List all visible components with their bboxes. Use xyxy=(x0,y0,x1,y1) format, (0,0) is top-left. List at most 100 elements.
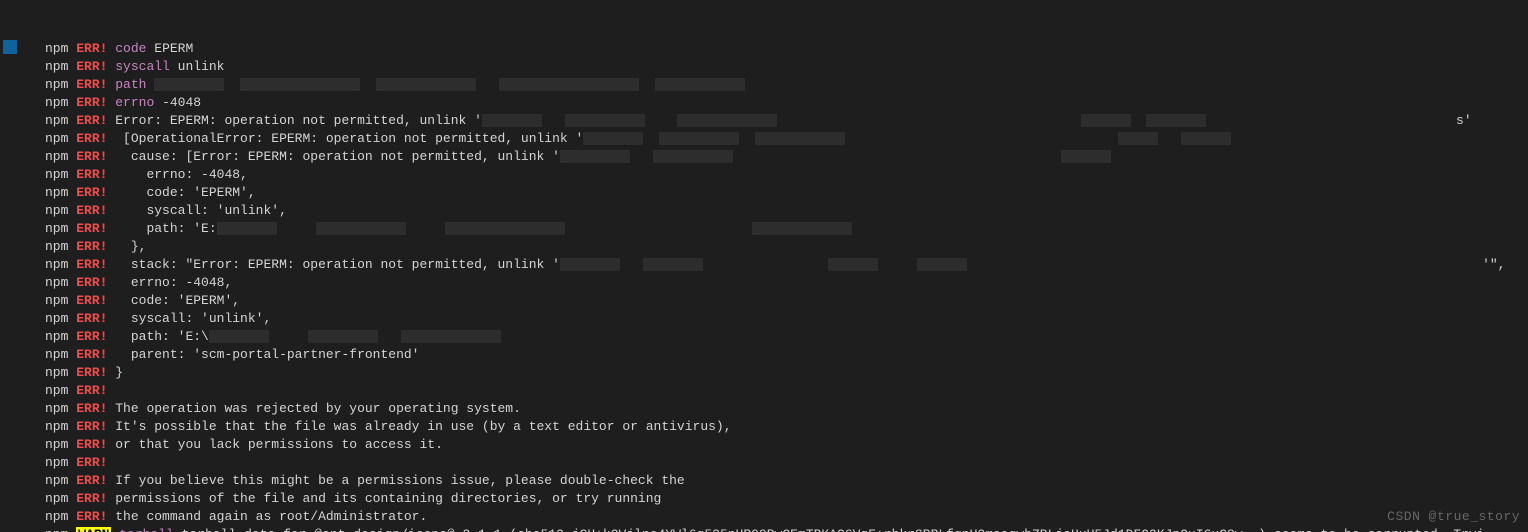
npm-label: npm xyxy=(45,473,76,488)
error-key: syscall xyxy=(115,59,170,74)
err-tag: ERR! xyxy=(76,275,107,290)
err-tag: ERR! xyxy=(76,329,107,344)
err-tag: ERR! xyxy=(76,59,107,74)
terminal-line: npm ERR! parent: 'scm-portal-partner-fro… xyxy=(45,346,1528,364)
terminal-line: npm ERR! cause: [Error: EPERM: operation… xyxy=(45,148,1528,166)
err-tag: ERR! xyxy=(76,41,107,56)
err-tag: ERR! xyxy=(76,257,107,272)
npm-label: npm xyxy=(45,455,76,470)
error-text: } xyxy=(107,365,123,380)
error-text: path: 'E:\ xyxy=(107,329,208,344)
error-text: -4048 xyxy=(154,95,201,110)
terminal-line: npm ERR! syscall: 'unlink', xyxy=(45,310,1528,328)
npm-label: npm xyxy=(45,113,76,128)
npm-label: npm xyxy=(45,509,76,524)
err-tag: ERR! xyxy=(76,365,107,380)
err-tag: ERR! xyxy=(76,113,107,128)
terminal-line: npm ERR! Error: EPERM: operation not per… xyxy=(45,112,1528,130)
npm-label: npm xyxy=(45,41,76,56)
npm-label: npm xyxy=(45,221,76,236)
terminal-line: npm ERR! } xyxy=(45,364,1528,382)
err-tag: ERR! xyxy=(76,95,107,110)
npm-label: npm xyxy=(45,131,76,146)
npm-label: npm xyxy=(45,401,76,416)
terminal-line: npm ERR! or that you lack permissions to… xyxy=(45,436,1528,454)
err-tag: ERR! xyxy=(76,131,107,146)
npm-label: npm xyxy=(45,275,76,290)
error-text: cause: [Error: EPERM: operation not perm… xyxy=(107,149,559,164)
err-tag: ERR! xyxy=(76,167,107,182)
terminal-line: npm ERR! xyxy=(45,454,1528,472)
err-tag: ERR! xyxy=(76,239,107,254)
err-tag: ERR! xyxy=(76,347,107,362)
err-tag: ERR! xyxy=(76,419,107,434)
npm-label: npm xyxy=(45,167,76,182)
error-text: parent: 'scm-portal-partner-frontend' xyxy=(107,347,419,362)
npm-label: npm xyxy=(45,239,76,254)
terminal-line: npm ERR! path: 'E: xyxy=(45,220,1528,238)
error-key: errno xyxy=(115,95,154,110)
err-tag: ERR! xyxy=(76,437,107,452)
error-text: code: 'EPERM', xyxy=(107,185,255,200)
err-tag: ERR! xyxy=(76,383,107,398)
terminal-line: npm ERR! path xyxy=(45,76,1528,94)
err-tag: ERR! xyxy=(76,77,107,92)
err-tag: ERR! xyxy=(76,293,107,308)
terminal-line: npm ERR! path: 'E:\ xyxy=(45,328,1528,346)
npm-label: npm xyxy=(45,185,76,200)
terminal-output[interactable]: npm ERR! code EPERMnpm ERR! syscall unli… xyxy=(20,0,1528,532)
error-text: unlink xyxy=(170,59,225,74)
terminal-line: npm ERR! the command again as root/Admin… xyxy=(45,508,1528,526)
npm-label: npm xyxy=(45,419,76,434)
terminal-line: npm ERR! stack: "Error: EPERM: operation… xyxy=(45,256,1528,274)
watermark: CSDN @true_story xyxy=(1387,509,1520,524)
err-tag: ERR! xyxy=(76,509,107,524)
terminal-line: npm ERR! }, xyxy=(45,238,1528,256)
npm-label: npm xyxy=(45,95,76,110)
terminal-line: npm ERR! The operation was rejected by y… xyxy=(45,400,1528,418)
terminal-line: npm ERR! code: 'EPERM', xyxy=(45,292,1528,310)
error-text: syscall: 'unlink', xyxy=(107,311,271,326)
err-tag: ERR! xyxy=(76,311,107,326)
editor-gutter xyxy=(0,0,20,532)
npm-label: npm xyxy=(45,203,76,218)
terminal-line: npm ERR! errno: -4048, xyxy=(45,166,1528,184)
terminal-line: npm ERR! [OperationalError: EPERM: opera… xyxy=(45,130,1528,148)
terminal-line: npm ERR! If you believe this might be a … xyxy=(45,472,1528,490)
error-text: or that you lack permissions to access i… xyxy=(107,437,442,452)
error-text: tarball data for @ant-design/icons@~2.1.… xyxy=(174,527,1485,532)
warn-tag: WARN xyxy=(76,527,111,532)
error-text: path: 'E: xyxy=(107,221,216,236)
error-text: the command again as root/Administrator. xyxy=(107,509,427,524)
error-text: s' xyxy=(1456,113,1472,128)
error-text: If you believe this might be a permissio… xyxy=(107,473,684,488)
error-text: errno: -4048, xyxy=(107,167,247,182)
error-text: The operation was rejected by your opera… xyxy=(107,401,520,416)
error-text: errno: -4048, xyxy=(107,275,232,290)
error-text: stack: "Error: EPERM: operation not perm… xyxy=(107,257,559,272)
error-text: code: 'EPERM', xyxy=(107,293,240,308)
error-text: EPERM xyxy=(146,41,193,56)
err-tag: ERR! xyxy=(76,473,107,488)
npm-label: npm xyxy=(45,329,76,344)
npm-label: npm xyxy=(45,77,76,92)
error-text: It's possible that the file was already … xyxy=(107,419,731,434)
terminal-line: npm ERR! code EPERM xyxy=(45,40,1528,58)
npm-label: npm xyxy=(45,491,76,506)
error-text: permissions of the file and its containi… xyxy=(107,491,661,506)
terminal-line: npm ERR! errno: -4048, xyxy=(45,274,1528,292)
terminal-line: npm ERR! code: 'EPERM', xyxy=(45,184,1528,202)
error-text: Error: EPERM: operation not permitted, u… xyxy=(107,113,481,128)
npm-label: npm xyxy=(45,437,76,452)
err-tag: ERR! xyxy=(76,203,107,218)
error-text: }, xyxy=(107,239,146,254)
terminal-line: npm ERR! syscall: 'unlink', xyxy=(45,202,1528,220)
terminal-line: npm ERR! syscall unlink xyxy=(45,58,1528,76)
terminal-line: npm ERR! It's possible that the file was… xyxy=(45,418,1528,436)
terminal-line: npm ERR! errno -4048 xyxy=(45,94,1528,112)
error-key: path xyxy=(115,77,146,92)
error-key: tarball xyxy=(119,527,174,532)
npm-label: npm xyxy=(45,59,76,74)
error-text: [OperationalError: EPERM: operation not … xyxy=(107,131,583,146)
npm-label: npm xyxy=(45,365,76,380)
